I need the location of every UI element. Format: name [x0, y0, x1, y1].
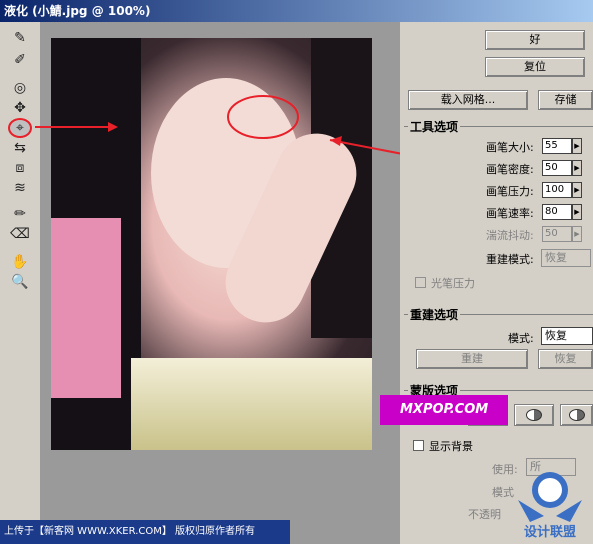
mask-invert-button[interactable] [514, 404, 554, 426]
tool-glyph: ✥ [14, 100, 26, 116]
logo-emblem [538, 478, 562, 502]
bloat-icon[interactable]: ⌖ [8, 118, 32, 138]
push-left-icon[interactable]: ⇆ [8, 138, 32, 158]
brush-density-label: 画笔密度: [486, 163, 534, 176]
mask-mode-icon [526, 409, 542, 421]
load-mesh-button[interactable]: 载入网格... [408, 90, 528, 110]
brush-rate-arrow-icon[interactable]: ▶ [572, 204, 582, 220]
show-backdrop-checkbox[interactable] [413, 440, 424, 451]
mirror-icon[interactable]: ⧈ [8, 158, 32, 178]
tool-glyph: ✏ [14, 206, 26, 222]
thaw-mask-icon[interactable]: ⌫ [8, 224, 32, 244]
brush-size-field[interactable]: 55 [542, 138, 572, 154]
mask-mode-icon [568, 409, 585, 421]
brush-size-arrow-icon[interactable]: ▶ [572, 138, 582, 154]
mxpop-watermark: MXPOP.COM [380, 395, 508, 425]
tool-glyph: ✐ [14, 52, 26, 68]
pucker-icon[interactable]: ✥ [8, 98, 32, 118]
tool-glyph: ✎ [14, 30, 26, 46]
reconstruct-mode-label-2: 模式: [508, 332, 534, 345]
reconstruct-mode-select: 恢复 [541, 249, 591, 267]
stylus-pressure-checkbox [415, 277, 426, 288]
twirl-icon[interactable]: ◎ [8, 78, 32, 98]
tool-glyph: ◎ [13, 80, 27, 96]
ok-button[interactable]: 好 [485, 30, 585, 50]
logo-text: 设计联盟 [524, 524, 576, 540]
tool-glyph: ≋ [14, 180, 26, 196]
forward-warp-icon[interactable]: ✎ [8, 28, 32, 48]
brush-density-arrow-icon[interactable]: ▶ [572, 160, 582, 176]
photo-clothes [51, 218, 121, 398]
opacity-label: 不透明 [468, 508, 501, 521]
zoom-icon[interactable]: 🔍 [8, 272, 32, 292]
brush-pressure-arrow-icon[interactable]: ▶ [572, 182, 582, 198]
save-mesh-button[interactable]: 存储 [538, 90, 593, 110]
brush-rate-field[interactable]: 80 [542, 204, 572, 220]
brush-rate-label: 画笔速率: [486, 207, 534, 220]
reconstruct-options-mode-select[interactable]: 恢复 [541, 327, 593, 345]
tool-glyph: 🔍 [11, 274, 29, 290]
tool-glyph: ⧈ [15, 160, 25, 176]
turbulence-icon[interactable]: ≋ [8, 178, 32, 198]
turbulent-jitter-field: 50 [542, 226, 572, 242]
tool-glyph: ⌫ [10, 226, 30, 242]
show-backdrop-label: 显示背景 [429, 440, 473, 453]
turbulent-jitter-arrow-icon: ▶ [572, 226, 582, 242]
restore-all-button: 恢复 [538, 349, 593, 369]
reconstruct-options-title: 重建选项 [408, 306, 461, 323]
freeze-mask-icon[interactable]: ✏ [8, 204, 32, 224]
preview-photo[interactable] [51, 38, 372, 450]
mask-all-button[interactable] [560, 404, 593, 426]
reconstruct-mode-label: 重建模式: [486, 253, 534, 266]
brush-pressure-field[interactable]: 100 [542, 182, 572, 198]
reconstruct-icon[interactable]: ✐ [8, 50, 32, 70]
photo-bedding [131, 358, 372, 450]
brush-density-field[interactable]: 50 [542, 160, 572, 176]
reconstruct-button: 重建 [416, 349, 528, 369]
reset-button[interactable]: 复位 [485, 57, 585, 77]
tool-palette: ✎ ✐ ◎ ✥ ⌖ ⇆ ⧈ ≋ ✏ ⌫ ✋ 🔍 [0, 22, 40, 544]
design-union-logo: 设计联盟 [518, 472, 582, 540]
tool-glyph: ⇆ [14, 140, 26, 156]
preview-canvas[interactable] [40, 22, 400, 544]
tool-glyph: ⌖ [16, 120, 24, 136]
turbulent-jitter-label: 湍流抖动: [486, 229, 534, 242]
window-title: 液化 (小鯖.jpg @ 100%) [0, 0, 593, 22]
stylus-pressure-label: 光笔压力 [431, 277, 475, 290]
tool-glyph: ✋ [11, 254, 29, 270]
footer-credit: 上传于【新客网 WWW.XKER.COM】 版权归原作者所有 [0, 520, 290, 544]
brush-size-label: 画笔大小: [486, 141, 534, 154]
hand-icon[interactable]: ✋ [8, 252, 32, 272]
brush-pressure-label: 画笔压力: [486, 185, 534, 198]
tool-options-title: 工具选项 [408, 118, 461, 135]
